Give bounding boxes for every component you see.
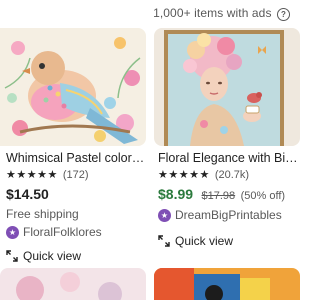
- sale-price: $8.99: [158, 186, 194, 202]
- listing-title[interactable]: Whimsical Pastel colored ...: [0, 151, 146, 165]
- listing-image[interactable]: [0, 268, 146, 300]
- listing-card[interactable]: Whimsical Pastel colored ... ★★★★★ (172)…: [0, 28, 146, 263]
- listing-card[interactable]: Floral Elegance with Bird ... ★★★★★ (20.…: [154, 28, 300, 248]
- discount-label: (50% off): [240, 190, 286, 202]
- shop-link[interactable]: ★ FloralFolklores: [0, 225, 146, 239]
- star-seller-icon: ★: [158, 208, 171, 222]
- shop-name: FloralFolklores: [23, 225, 102, 239]
- quick-view-button[interactable]: Quick view: [0, 249, 146, 263]
- listing-image[interactable]: [154, 28, 300, 146]
- results-count-text: 1,000+ items with ads: [153, 6, 272, 20]
- next-listing-artwork: [0, 268, 146, 300]
- next-listing-artwork: [154, 268, 300, 300]
- listing-rating: ★★★★★ (20.7k): [154, 168, 300, 182]
- expand-icon: [6, 250, 18, 262]
- price-row: $14.50: [0, 186, 146, 204]
- results-bar: 1,000+ items with ads ?: [0, 0, 300, 26]
- shop-name: DreamBigPrintables: [175, 208, 282, 222]
- review-count: (172): [62, 168, 89, 181]
- floral-woman-artwork: [154, 28, 300, 146]
- quick-view-label: Quick view: [175, 234, 234, 248]
- star-rating-icon: ★★★★★: [158, 169, 210, 181]
- star-seller-icon: ★: [6, 225, 19, 239]
- quick-view-label: Quick view: [23, 249, 82, 263]
- original-price: $17.98: [201, 190, 236, 202]
- quick-view-button[interactable]: Quick view: [154, 234, 300, 248]
- listing-title[interactable]: Floral Elegance with Bird ...: [154, 151, 300, 165]
- price-row: $8.99 $17.98 (50% off): [154, 186, 300, 204]
- shipping-label: Free shipping: [6, 207, 79, 221]
- results-count[interactable]: 1,000+ items with ads ?: [153, 6, 290, 21]
- listing-rating: ★★★★★ (172): [0, 168, 146, 182]
- pastel-bird-artwork: [0, 28, 146, 146]
- shop-link[interactable]: ★ DreamBigPrintables: [154, 208, 300, 222]
- listing-image[interactable]: [154, 268, 300, 300]
- question-circle-icon[interactable]: ?: [277, 8, 290, 21]
- star-rating-icon: ★★★★★: [6, 169, 58, 181]
- search-results-page: 1,000+ items with ads ? Whimsical Pastel…: [0, 0, 300, 300]
- listing-price: $14.50: [6, 186, 49, 202]
- expand-icon: [158, 235, 170, 247]
- listing-image[interactable]: [0, 28, 146, 146]
- review-count: (20.7k): [214, 168, 250, 181]
